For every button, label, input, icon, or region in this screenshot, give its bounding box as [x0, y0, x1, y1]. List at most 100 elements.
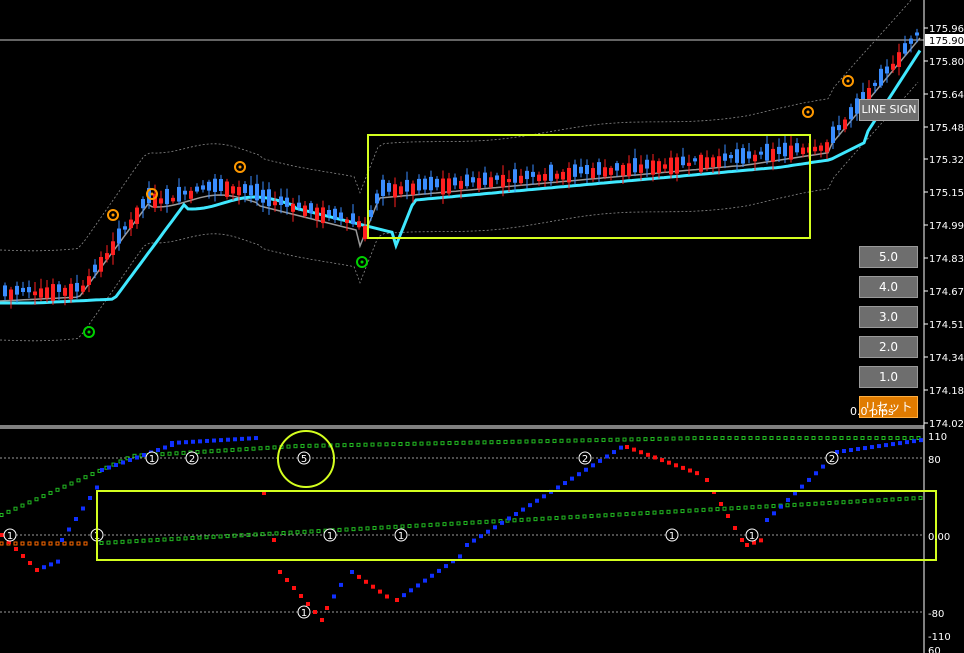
candle-body — [915, 32, 919, 36]
price-tick-label: 175.320 — [929, 155, 964, 166]
osc-signal-point — [519, 517, 524, 522]
osc-signal-point — [568, 515, 573, 520]
candle-body — [435, 178, 439, 188]
osc-slow-point — [888, 436, 893, 440]
osc-signal-point — [729, 506, 734, 511]
candle-body — [609, 167, 613, 175]
price-tick-label: 174.830 — [929, 254, 964, 265]
osc-signal-point — [232, 533, 237, 538]
candle-body — [15, 285, 19, 295]
fast-ma-line — [0, 49, 922, 305]
candle-body — [669, 157, 673, 175]
osc-signal-point — [540, 516, 545, 521]
line-sign-button[interactable]: LINE SIGN — [859, 99, 919, 121]
candle-body — [333, 208, 337, 220]
osc-fast-point — [60, 538, 64, 542]
osc-signal-point — [890, 497, 895, 502]
osc-slow-point — [741, 436, 746, 440]
lot-1-button[interactable]: 1.0 — [859, 366, 918, 388]
osc-fast-point — [14, 547, 18, 551]
candle-body — [417, 178, 421, 191]
candle-body — [477, 178, 481, 189]
osc-signal-point — [918, 495, 923, 500]
osc-signal-point — [547, 516, 552, 521]
osc-slow-point — [419, 441, 424, 446]
lot-2-button[interactable]: 2.0 — [859, 336, 918, 358]
osc-fast-point — [870, 445, 874, 450]
osc-flat-point — [48, 541, 53, 546]
osc-slow-point — [76, 478, 81, 483]
osc-slow-point — [531, 439, 536, 444]
price-tick-label: 174.510 — [929, 320, 964, 331]
candle-body — [441, 178, 445, 195]
osc-fast-point — [800, 484, 804, 489]
candle-body — [129, 219, 133, 229]
candle-body — [591, 168, 595, 178]
osc-tick-label: 0.00 — [928, 532, 950, 543]
candle-body — [513, 169, 517, 183]
lot-4-button[interactable]: 4.0 — [859, 276, 918, 298]
osc-fast-point — [842, 449, 846, 454]
osc-fast-point — [856, 447, 860, 452]
osc-fast-point — [821, 464, 825, 469]
candle-body — [645, 159, 649, 169]
oscillator-panel[interactable]: 1 2 512 21 1 1 1 11 — [0, 430, 937, 622]
osc-slow-point — [475, 440, 480, 445]
candle-body — [225, 181, 229, 197]
osc-signal-point — [764, 504, 769, 509]
osc-fast-point — [759, 538, 763, 543]
osc-fast-point — [409, 588, 413, 593]
osc-slow-point — [510, 439, 515, 444]
candle-body — [651, 160, 655, 175]
osc-slow-point — [580, 438, 585, 443]
price-tick-label: 175.480 — [929, 123, 964, 134]
osc-fast-point — [163, 445, 167, 450]
osc-slow-point — [545, 439, 550, 444]
price-tick-label: 175.805 — [929, 57, 964, 68]
sell-signal-icon-dot — [806, 110, 810, 114]
osc-signal-point — [288, 530, 293, 535]
osc-slow-point — [867, 436, 872, 440]
osc-fast-point — [128, 458, 132, 462]
osc-signal-point — [155, 537, 160, 542]
osc-slow-point — [370, 442, 375, 447]
candle-body — [321, 207, 325, 224]
osc-slow-point — [363, 442, 368, 447]
osc-signal-point — [127, 539, 132, 544]
candle-body — [909, 38, 913, 44]
osc-signal-point — [624, 512, 629, 517]
osc-slow-point — [804, 436, 809, 440]
candle-body — [375, 193, 379, 204]
osc-slow-point — [727, 436, 732, 440]
candle-body — [603, 167, 607, 177]
lot-5-button[interactable]: 5.0 — [859, 246, 918, 268]
osc-fast-point — [325, 606, 329, 610]
osc-fast-point — [584, 467, 588, 472]
osc-slow-point — [349, 443, 354, 447]
osc-fast-point — [521, 507, 525, 512]
osc-number-label: 1 — [749, 531, 755, 542]
price-panel[interactable] — [0, 0, 924, 342]
price-tick-label: 175.965 — [929, 24, 964, 35]
price-tick-label: 175.640 — [929, 90, 964, 101]
osc-slow-point — [69, 481, 74, 486]
osc-fast-point — [430, 573, 434, 578]
osc-slow-point — [748, 436, 753, 440]
candle-body — [423, 178, 427, 190]
osc-flat-point — [69, 541, 74, 546]
candle-body — [87, 276, 91, 285]
candle-body — [27, 287, 31, 293]
osc-slow-point — [552, 438, 557, 443]
osc-signal-point — [414, 523, 419, 528]
osc-fast-point — [444, 564, 448, 569]
lot-3-button[interactable]: 3.0 — [859, 306, 918, 328]
osc-slow-point — [699, 436, 704, 440]
osc-slow-point — [34, 497, 39, 502]
osc-signal-point — [183, 536, 188, 541]
osc-signal-point — [120, 539, 125, 544]
candle-body — [183, 190, 187, 195]
candle-body — [903, 43, 907, 54]
osc-fast-point — [177, 440, 181, 445]
osc-slow-point — [314, 443, 319, 448]
osc-signal-point — [897, 497, 902, 502]
